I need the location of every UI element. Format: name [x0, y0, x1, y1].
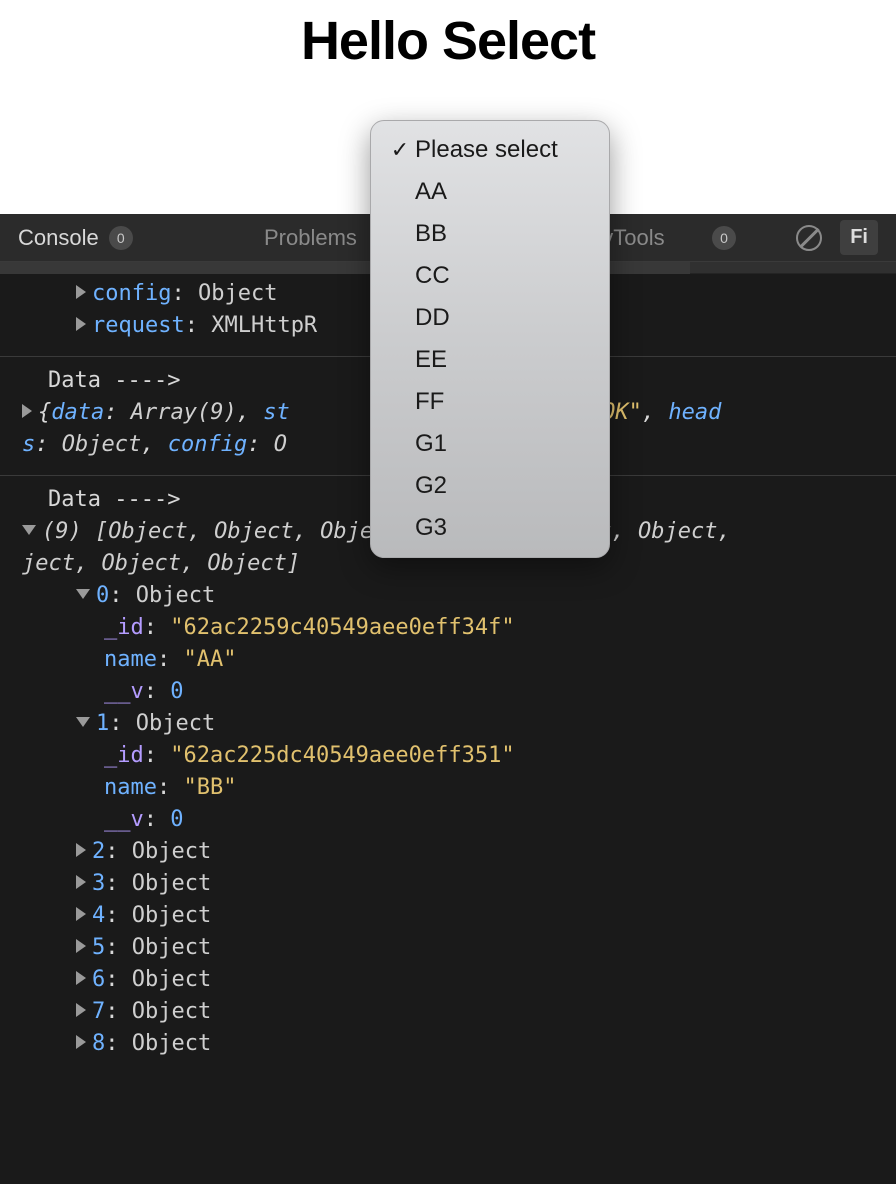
- dropdown-option[interactable]: G3: [371, 507, 609, 549]
- disclosure-triangle-icon[interactable]: [76, 717, 90, 727]
- dropdown-option[interactable]: DD: [371, 297, 609, 339]
- dropdown-option[interactable]: EE: [371, 339, 609, 381]
- array-item-row[interactable]: 6: Object: [48, 964, 886, 996]
- array-index: 4: [92, 903, 105, 928]
- dropdown-option[interactable]: FF: [371, 381, 609, 423]
- prop-key: __v: [104, 807, 144, 832]
- dropdown-option[interactable]: BB: [371, 213, 609, 255]
- array-item-row[interactable]: 3: Object: [48, 868, 886, 900]
- array-index: 5: [92, 935, 105, 960]
- object-value: Object: [132, 967, 211, 992]
- array-item-row[interactable]: 7: Object: [48, 996, 886, 1028]
- dropdown-option[interactable]: CC: [371, 255, 609, 297]
- select-dropdown[interactable]: ✓Please select AA BB CC DD EE FF G1 G2 G3: [370, 120, 610, 558]
- object-value: Object: [132, 935, 211, 960]
- object-value: Object: [132, 871, 211, 896]
- object-property-row[interactable]: __v: 0: [48, 804, 886, 836]
- checkmark-icon: ✓: [385, 139, 415, 161]
- tab-problems[interactable]: Problems: [264, 225, 357, 251]
- devtools-right-badge: 0: [712, 226, 736, 250]
- prop-key: _id: [104, 615, 144, 640]
- filter-button[interactable]: Fi: [840, 220, 878, 255]
- dropdown-option-label: CC: [415, 262, 450, 290]
- disclosure-triangle-icon[interactable]: [76, 1035, 86, 1049]
- disclosure-triangle-icon[interactable]: [76, 589, 90, 599]
- prop-value: 0: [170, 679, 183, 704]
- dropdown-option-label: G3: [415, 514, 447, 542]
- array-index: 2: [92, 839, 105, 864]
- dropdown-option[interactable]: G2: [371, 465, 609, 507]
- tab-problems-label: Problems: [264, 225, 357, 251]
- array-index: 6: [92, 967, 105, 992]
- disclosure-triangle-icon[interactable]: [76, 971, 86, 985]
- disclosure-triangle-icon[interactable]: [76, 285, 86, 299]
- prop-key: name: [104, 775, 157, 800]
- object-value: Object: [136, 583, 215, 608]
- object-property-row[interactable]: name: "AA": [48, 644, 886, 676]
- prop-key: name: [104, 647, 157, 672]
- array-index: 8: [92, 1031, 105, 1056]
- disclosure-triangle-icon[interactable]: [76, 843, 86, 857]
- prop-key: config: [92, 281, 171, 306]
- prop-value: "AA": [183, 647, 236, 672]
- dropdown-option-label: AA: [415, 178, 447, 206]
- console-badge: 0: [109, 226, 133, 250]
- console-log-entry: Data ----> (9) [Object, Object, Object, …: [0, 476, 896, 1074]
- prop-key: _id: [104, 743, 144, 768]
- tab-console[interactable]: Console 0: [18, 225, 133, 251]
- object-value: Object: [132, 839, 211, 864]
- dropdown-option-label: DD: [415, 304, 450, 332]
- dropdown-option-label: FF: [415, 388, 444, 416]
- object-property-row[interactable]: _id: "62ac225dc40549aee0eff351": [48, 740, 886, 772]
- object-value: Object: [132, 1031, 211, 1056]
- array-item-row[interactable]: 4: Object: [48, 900, 886, 932]
- array-item-row[interactable]: 8: Object: [48, 1028, 886, 1060]
- prop-key: request: [92, 313, 185, 338]
- object-property-row[interactable]: _id: "62ac2259c40549aee0eff34f": [48, 612, 886, 644]
- dropdown-option-label: G1: [415, 430, 447, 458]
- dropdown-option[interactable]: G1: [371, 423, 609, 465]
- object-property-row[interactable]: name: "BB": [48, 772, 886, 804]
- clear-console-icon[interactable]: [796, 225, 822, 251]
- object-property-row[interactable]: __v: 0: [48, 676, 886, 708]
- dropdown-option-label: EE: [415, 346, 447, 374]
- dropdown-option-label: Please select: [415, 136, 558, 164]
- array-item-row[interactable]: 0: Object: [48, 580, 886, 612]
- disclosure-triangle-icon[interactable]: [76, 1003, 86, 1017]
- disclosure-triangle-icon[interactable]: [76, 907, 86, 921]
- dropdown-option[interactable]: AA: [371, 171, 609, 213]
- prop-key: __v: [104, 679, 144, 704]
- tab-console-label: Console: [18, 225, 99, 251]
- array-item-row[interactable]: 5: Object: [48, 932, 886, 964]
- disclosure-triangle-icon[interactable]: [22, 525, 36, 535]
- array-item-row[interactable]: 2: Object: [48, 836, 886, 868]
- dropdown-option-label: BB: [415, 220, 447, 248]
- prop-value: "BB": [183, 775, 236, 800]
- disclosure-triangle-icon[interactable]: [76, 939, 86, 953]
- object-value: Object: [136, 711, 215, 736]
- array-item-row[interactable]: 1: Object: [48, 708, 886, 740]
- prop-value: "62ac225dc40549aee0eff351": [170, 743, 514, 768]
- disclosure-triangle-icon[interactable]: [22, 404, 32, 418]
- page-title: Hello Select: [0, 10, 896, 72]
- prop-value: 0: [170, 807, 183, 832]
- array-index: 1: [96, 711, 109, 736]
- array-index: 0: [96, 583, 109, 608]
- disclosure-triangle-icon[interactable]: [76, 317, 86, 331]
- array-index: 3: [92, 871, 105, 896]
- object-value: Object: [132, 999, 211, 1024]
- dropdown-option[interactable]: ✓Please select: [371, 129, 609, 171]
- disclosure-triangle-icon[interactable]: [76, 875, 86, 889]
- object-value: Object: [132, 903, 211, 928]
- prop-value: "62ac2259c40549aee0eff34f": [170, 615, 514, 640]
- dropdown-option-label: G2: [415, 472, 447, 500]
- array-index: 7: [92, 999, 105, 1024]
